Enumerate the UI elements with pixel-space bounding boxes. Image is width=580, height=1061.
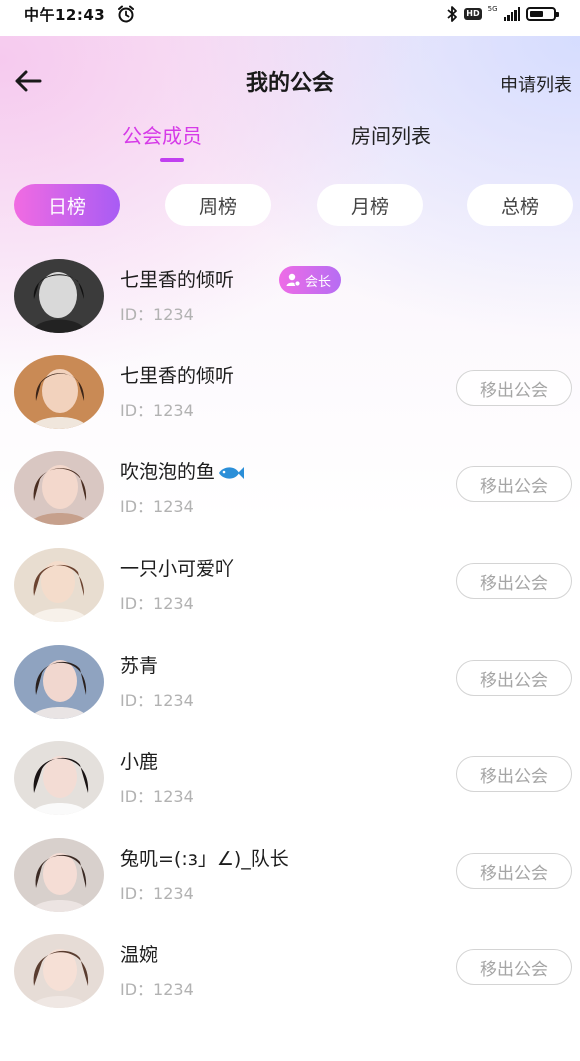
member-id: ID：1234 [120, 594, 194, 613]
member-name: 七里香的倾听 [120, 269, 235, 291]
member-name: 一只小可爱吖 [120, 558, 235, 580]
member-name: 兔叽=(:з」∠)_队长 [120, 848, 289, 870]
remove-member-button[interactable]: 移出公会 [456, 370, 572, 406]
member-id: ID：1234 [120, 691, 194, 710]
alarm-clock-icon [118, 5, 134, 23]
status-time: 中午12:43 [24, 6, 106, 24]
list-item[interactable]: 小鹿 ID：1234 移出公会 [0, 741, 580, 837]
fish-icon [219, 466, 245, 479]
member-id: ID：1234 [120, 305, 194, 324]
avatar [14, 548, 104, 622]
member-id: ID：1234 [120, 884, 194, 903]
avatar [14, 355, 104, 429]
list-item[interactable]: 一只小可爱吖 ID：1234 移出公会 [0, 548, 580, 644]
user-badge-icon [286, 273, 301, 287]
remove-member-button[interactable]: 移出公会 [456, 949, 572, 985]
list-item[interactable]: 苏青 ID：1234 移出公会 [0, 645, 580, 741]
tab-room-list[interactable]: 房间列表 [351, 120, 431, 149]
member-name: 苏青 [120, 655, 159, 677]
active-tab-indicator [160, 158, 184, 162]
member-id: ID：1234 [120, 980, 194, 999]
list-item[interactable]: 七里香的倾听 ID：1234 移出公会 [0, 355, 580, 451]
avatar [14, 259, 104, 333]
avatar [14, 451, 104, 525]
member-id: ID：1234 [120, 787, 194, 806]
guild-leader-badge: 会长 [279, 266, 342, 294]
list-item[interactable]: 温婉 ID：1234 移出公会 [0, 934, 580, 1030]
filter-weekly-rank[interactable]: 周榜 [165, 184, 271, 226]
hd-badge: HD [464, 8, 482, 20]
remove-member-button[interactable]: 移出公会 [456, 563, 572, 599]
badge-label: 会长 [305, 274, 332, 290]
member-name: 温婉 [120, 944, 159, 966]
filter-monthly-rank[interactable]: 月榜 [317, 184, 423, 226]
list-item[interactable]: 七里香的倾听 会长 ID：1234 [0, 259, 580, 355]
signal-strength-icon [503, 7, 520, 21]
avatar [14, 645, 104, 719]
avatar [14, 934, 104, 1008]
network-type-label: 5G [487, 5, 498, 13]
member-id: ID：1234 [120, 401, 194, 420]
remove-member-button[interactable]: 移出公会 [456, 466, 572, 502]
bluetooth-icon [447, 6, 458, 22]
apply-list-link[interactable]: 申请列表 [500, 71, 572, 97]
avatar [14, 838, 104, 912]
battery-fill [530, 11, 543, 17]
list-item[interactable]: 兔叽=(:з」∠)_队长 ID：1234 移出公会 [0, 838, 580, 934]
filter-daily-rank[interactable]: 日榜 [14, 184, 120, 226]
remove-member-button[interactable]: 移出公会 [456, 756, 572, 792]
member-id: ID：1234 [120, 497, 194, 516]
status-bar: 中午12:43 HD 5G [0, 0, 580, 36]
page-header: 我的公会 申请列表 [0, 36, 580, 128]
tab-guild-members[interactable]: 公会成员 [122, 120, 202, 149]
filter-total-rank[interactable]: 总榜 [467, 184, 573, 226]
page-title: 我的公会 [245, 71, 334, 96]
member-name: 吹泡泡的鱼 [120, 457, 245, 484]
member-name: 七里香的倾听 [120, 365, 235, 387]
status-indicators: HD 5G [446, 3, 559, 25]
member-name: 小鹿 [120, 751, 159, 773]
avatar [14, 741, 104, 815]
battery-icon [526, 7, 559, 21]
member-name-text: 吹泡泡的鱼 [120, 461, 216, 483]
list-item[interactable]: 吹泡泡的鱼 ID：1234 移出公会 [0, 451, 580, 547]
remove-member-button[interactable]: 移出公会 [456, 853, 572, 889]
remove-member-button[interactable]: 移出公会 [456, 660, 572, 696]
